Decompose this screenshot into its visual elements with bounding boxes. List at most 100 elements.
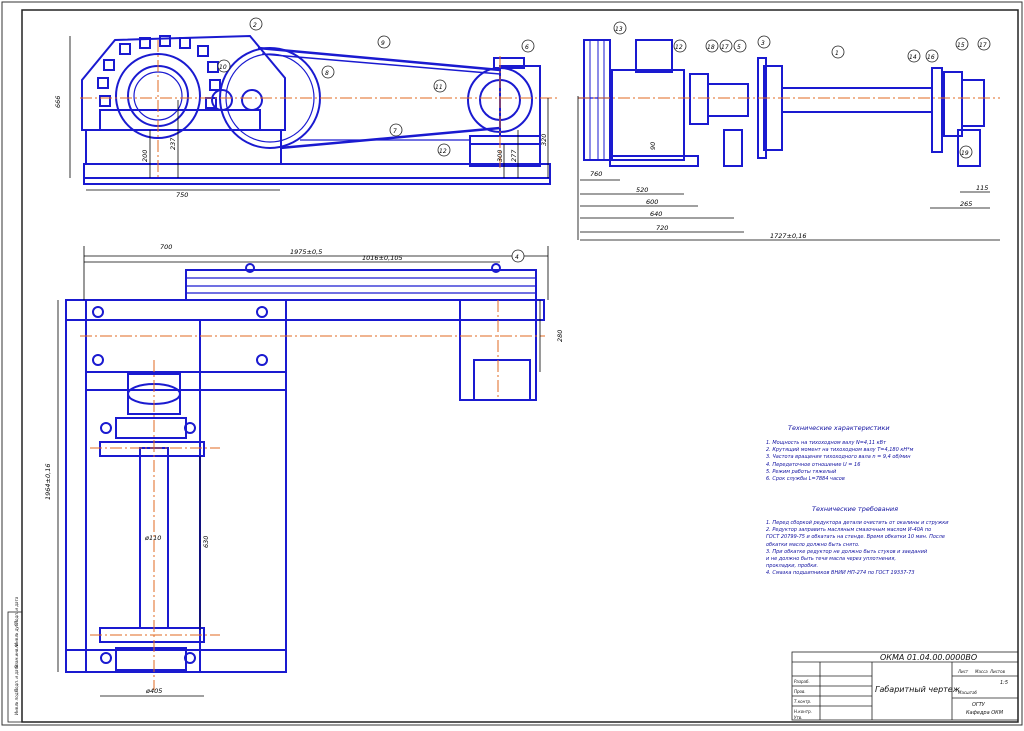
dim-front-height: 666 — [54, 96, 62, 108]
dim-plan-overall: 1975±0,5 — [290, 248, 322, 256]
balloon-17-right: 17 — [977, 37, 991, 51]
plan-frame-middle — [85, 371, 287, 391]
side-pulley — [583, 39, 611, 161]
svg-text:11: 11 — [435, 84, 443, 91]
dim-front-width: 750 — [176, 191, 188, 199]
dim-front-h1: 200 — [141, 150, 149, 162]
dim-small-90: 90 — [649, 142, 657, 150]
svg-text:19: 19 — [961, 150, 969, 157]
balloon-18: 18 — [705, 39, 719, 53]
svg-text:7: 7 — [393, 128, 397, 135]
tech-requirements-title: Технические требования — [812, 505, 899, 513]
dim-plan-shaft: ø110 — [144, 534, 161, 542]
side-stamp-5: Подп. и дата — [14, 596, 19, 624]
side-gearbox-top — [635, 39, 673, 73]
svg-text:4: 4 — [515, 254, 519, 261]
balloon-3: 3 — [757, 35, 771, 49]
balloon-7: 7 — [389, 123, 403, 137]
tech-char-line: 2. Крутящий момент на тихоходном валу T=… — [766, 447, 914, 454]
balloon-6: 6 — [521, 39, 535, 53]
svg-text:1: 1 — [835, 50, 839, 57]
dim-motor-h1: 300 — [496, 150, 504, 162]
side-sprocket-right — [931, 67, 943, 153]
side-bearing-right — [943, 71, 963, 137]
tech-req-line: 4. Смазка подшипников ВНИИ НП-274 по ГОС… — [766, 570, 915, 577]
sheets-label: Листов — [989, 669, 1006, 674]
pinion-small-2 — [241, 89, 263, 111]
drawing-scale: 1:5 — [1000, 680, 1008, 686]
balloon-17-left: 17 — [719, 39, 733, 53]
svg-text:16: 16 — [927, 54, 935, 61]
side-bearing-left — [689, 73, 709, 125]
row-tech-control: Т.контр. — [794, 699, 811, 704]
side-shaft — [781, 87, 933, 113]
balloon-2: 2 — [249, 17, 263, 31]
v-belt-upper — [257, 46, 501, 72]
row-approved: Утв. — [794, 715, 802, 720]
svg-text:2: 2 — [253, 22, 257, 29]
side-end-cap — [961, 79, 985, 127]
svg-text:12: 12 — [439, 148, 447, 155]
dim-side-720: 720 — [656, 224, 668, 232]
tech-char-line: 3. Частота вращения тихоходного вала n =… — [766, 454, 911, 461]
assembly-drawing: 666 750 200 237 300 277 320 760 520 600 … — [1, 1, 1023, 726]
drawing-sheet: 666 750 200 237 300 277 320 760 520 600 … — [0, 0, 1024, 727]
svg-text:13: 13 — [615, 26, 623, 33]
motor-frame — [469, 143, 541, 167]
plan-motor-fan — [473, 359, 531, 401]
tech-req-line: и не должно быть течи масла через уплотн… — [766, 556, 896, 563]
tech-req-line: 2. Редуктор заправить масляным смазочным… — [766, 527, 932, 534]
svg-text:5: 5 — [737, 44, 741, 51]
side-foot — [723, 129, 743, 167]
plan-view — [65, 263, 545, 673]
tech-req-line: 1. Перед сборкой редуктора детали очисти… — [766, 520, 949, 526]
svg-text:3: 3 — [761, 40, 765, 47]
mass-label: Масса — [975, 669, 988, 674]
tech-requirements-list: 1. Перед сборкой редуктора детали очисти… — [766, 520, 949, 578]
balloon-10: 10 — [217, 59, 231, 73]
dim-right-265: 265 — [960, 200, 972, 208]
tech-characteristics-list: 1. Мощность на тихоходном валу N=4,11 кВ… — [766, 440, 913, 483]
frame-skid — [83, 177, 551, 185]
dim-plan-700: 700 — [160, 243, 172, 251]
scale-label: Масштаб — [958, 690, 978, 695]
tech-char-line: 5. Режим работы тяжелый — [766, 468, 837, 475]
balloon-1: 1 — [831, 45, 845, 59]
tech-req-line: прокладки, пробки. — [766, 563, 819, 570]
balloon-16: 16 — [925, 49, 939, 63]
dim-right-115: 115 — [976, 184, 988, 192]
balloon-14: 14 — [907, 49, 921, 63]
plan-block-lower — [115, 647, 187, 671]
dimension-texts: 666 750 200 237 300 277 320 760 520 600 … — [44, 96, 988, 695]
dim-front-h2: 237 — [169, 137, 177, 150]
dim-plan-280: 280 — [556, 330, 564, 342]
side-view — [578, 39, 985, 167]
balloon-12-front: 12 — [437, 143, 451, 157]
tech-char-line: 1. Мощность на тихоходном валу N=4,11 кВ… — [766, 440, 887, 446]
svg-text:9: 9 — [381, 40, 385, 47]
dim-plan-bottom: ø405 — [145, 687, 162, 695]
dim-shaft-d: 760 — [590, 170, 602, 178]
side-gearbox — [611, 69, 685, 161]
dim-side-640: 640 — [650, 210, 662, 218]
tech-characteristics-title: Технические характеристики — [788, 424, 890, 432]
sheet-label: Лист — [957, 669, 969, 674]
balloon-8: 8 — [321, 65, 335, 79]
plan-frame-top — [65, 299, 545, 321]
gearbox-base — [85, 129, 282, 165]
dim-plan-630: 630 — [202, 536, 210, 548]
svg-text:12: 12 — [675, 44, 683, 51]
side-stamp-3: Взам.инв.№ — [14, 643, 19, 668]
organization-name: ОГТУ — [972, 702, 986, 708]
tech-char-line: 4. Передаточное отношение U = 16 — [766, 461, 861, 468]
balloon-11: 11 — [433, 79, 447, 93]
svg-text:15: 15 — [957, 42, 965, 49]
svg-text:14: 14 — [909, 54, 917, 61]
balloon-9: 9 — [377, 35, 391, 49]
balloon-15: 15 — [955, 37, 969, 51]
drawing-code: ОКМА 01.04.00.0000ВО — [880, 653, 977, 662]
plan-block-upper — [115, 417, 187, 439]
dim-plan-center: 1016±0,105 — [362, 254, 403, 262]
dim-motor-h3: 320 — [540, 134, 548, 146]
plan-frame-bottom — [65, 649, 287, 673]
